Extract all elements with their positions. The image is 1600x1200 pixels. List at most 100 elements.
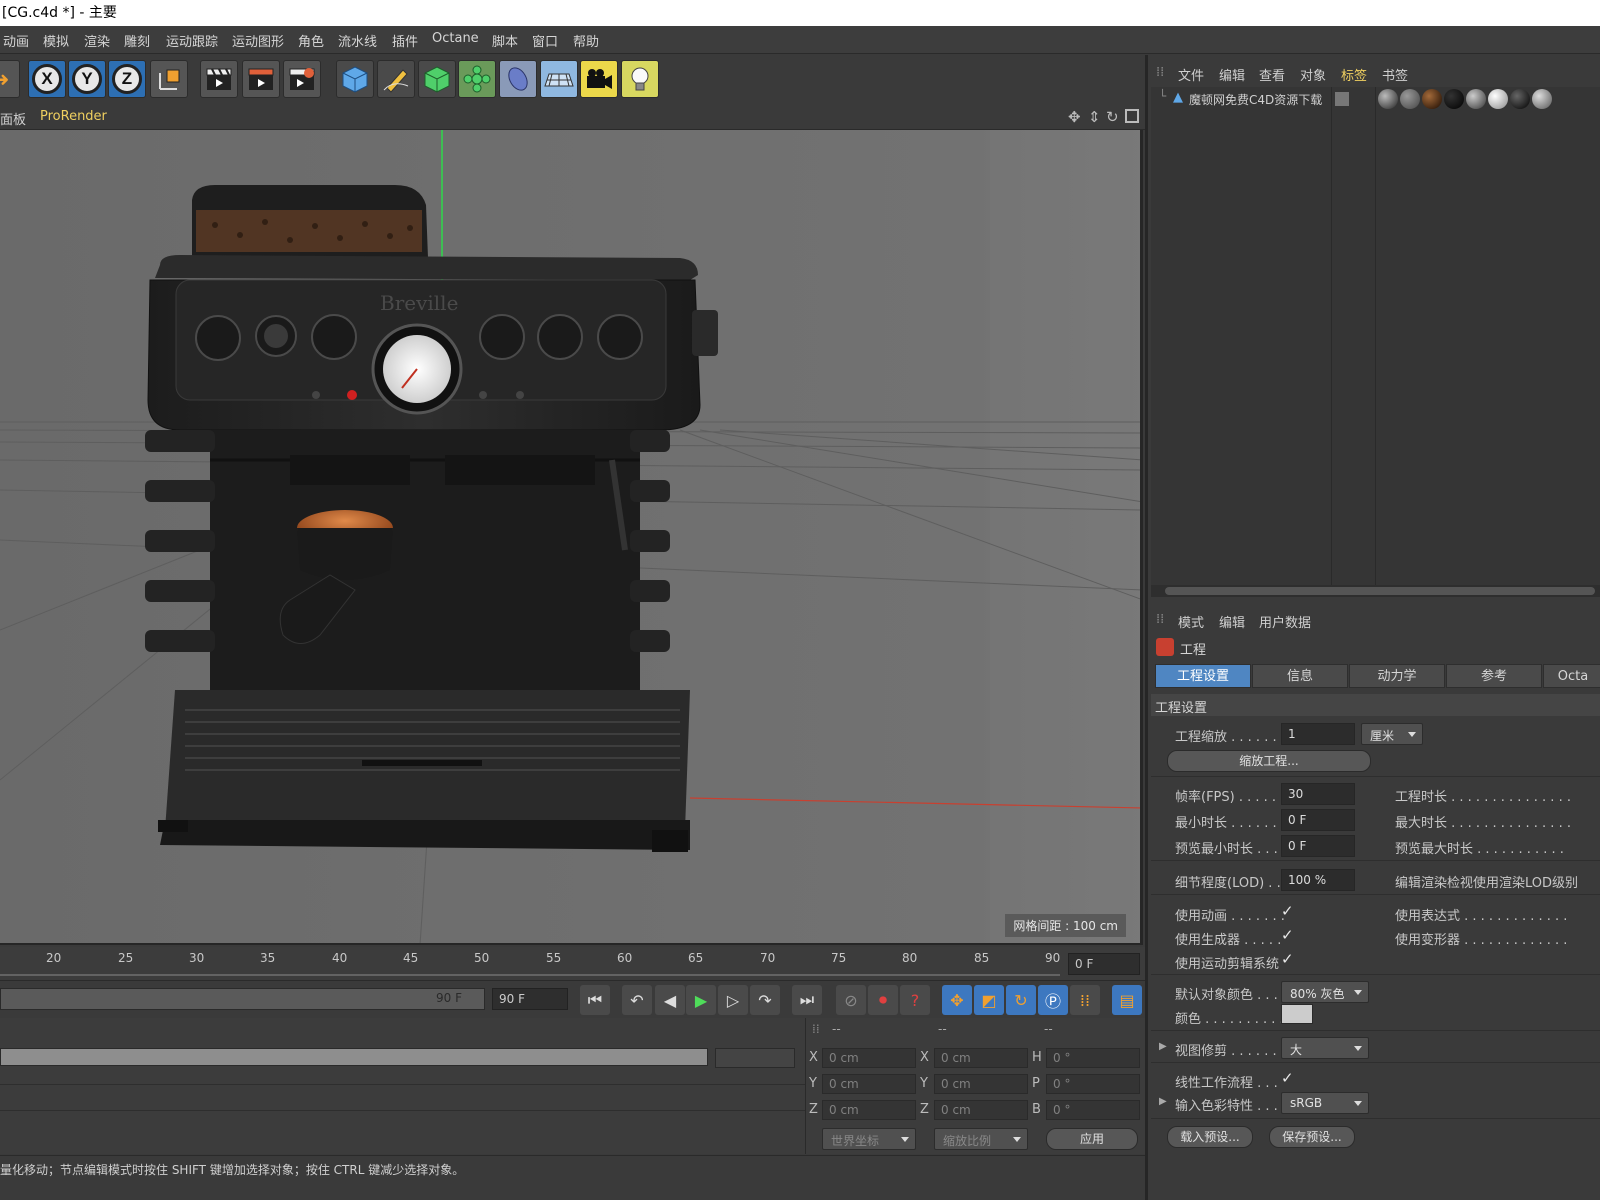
- material-tag-icon[interactable]: [1488, 89, 1508, 109]
- next-frame-icon[interactable]: ▷: [718, 985, 748, 1015]
- menu-script[interactable]: 脚本: [492, 31, 518, 50]
- keyframe-disabled-icon[interactable]: ⊘: [836, 985, 866, 1015]
- key-position-icon[interactable]: ✥: [942, 985, 972, 1015]
- menu-animate[interactable]: 动画: [3, 31, 29, 50]
- material-tag-icon[interactable]: [1532, 89, 1552, 109]
- om-menu-file[interactable]: 文件: [1178, 65, 1204, 84]
- floor-icon[interactable]: [540, 60, 578, 98]
- render-view-icon[interactable]: [200, 60, 238, 98]
- play-icon[interactable]: ▶: [686, 985, 716, 1015]
- rot-h-field[interactable]: 0 °: [1046, 1048, 1140, 1068]
- om-menu-objects[interactable]: 对象: [1300, 65, 1326, 84]
- tab-reference[interactable]: 参考: [1446, 664, 1542, 688]
- tab-project-settings[interactable]: 工程设置: [1155, 664, 1251, 688]
- linear-workflow-checkbox[interactable]: ✓: [1281, 1069, 1294, 1087]
- material-tag-icon[interactable]: [1400, 89, 1420, 109]
- arrow-icon[interactable]: ➜: [0, 60, 20, 98]
- subdivision-icon[interactable]: [418, 60, 456, 98]
- material-tag-icon[interactable]: [1466, 89, 1486, 109]
- use-generators-checkbox[interactable]: ✓: [1281, 926, 1294, 944]
- go-to-end-icon[interactable]: ⏭: [792, 985, 822, 1015]
- menu-sculpt[interactable]: 雕刻: [124, 31, 150, 50]
- coordinate-system-icon[interactable]: [150, 60, 188, 98]
- am-menu-mode[interactable]: 模式: [1178, 612, 1204, 631]
- light-icon[interactable]: [621, 60, 659, 98]
- load-preset-button[interactable]: 载入预设...: [1167, 1126, 1253, 1148]
- use-motion-system-checkbox[interactable]: ✓: [1281, 950, 1294, 968]
- size-z-field[interactable]: 0 cm: [934, 1100, 1028, 1120]
- om-menu-view[interactable]: 查看: [1259, 65, 1285, 84]
- rot-p-field[interactable]: 0 °: [1046, 1074, 1140, 1094]
- use-animation-checkbox[interactable]: ✓: [1281, 902, 1294, 920]
- 3d-viewport[interactable]: Breville 网格间距: 100 cm: [0, 130, 1143, 945]
- move-view-icon[interactable]: ✥: [1068, 108, 1081, 126]
- scale-mode-dropdown[interactable]: 缩放比例: [934, 1128, 1028, 1150]
- x-axis-icon[interactable]: X: [28, 60, 66, 98]
- timeline-window-icon[interactable]: ▤: [1112, 985, 1142, 1015]
- deformer-icon[interactable]: [499, 60, 537, 98]
- menu-plugins[interactable]: 插件: [392, 31, 418, 50]
- tab-info[interactable]: 信息: [1252, 664, 1348, 688]
- view-clipping-dropdown[interactable]: 大: [1281, 1037, 1369, 1059]
- current-frame-field[interactable]: 0 F: [1068, 953, 1140, 975]
- menu-octane[interactable]: Octane: [432, 31, 479, 46]
- key-pla-icon[interactable]: ⁞⁞: [1070, 985, 1100, 1015]
- menu-help[interactable]: 帮助: [573, 31, 599, 50]
- cube-icon[interactable]: [336, 60, 374, 98]
- material-tag-icon[interactable]: [1510, 89, 1530, 109]
- key-param-icon[interactable]: Ⓟ: [1038, 985, 1068, 1015]
- menu-simulate[interactable]: 模拟: [43, 31, 69, 50]
- key-rotation-icon[interactable]: ↻: [1006, 985, 1036, 1015]
- horizontal-scrollbar[interactable]: [1151, 585, 1600, 597]
- timeline-ruler[interactable]: 20 25 30 35 40 45 50 55 60 65 70 75 80 8…: [0, 947, 1145, 981]
- pos-x-field[interactable]: 0 cm: [822, 1048, 916, 1068]
- om-menu-edit[interactable]: 编辑: [1219, 65, 1245, 84]
- viewport-menu-panel[interactable]: 面板: [0, 109, 26, 128]
- material-dropdown[interactable]: [715, 1048, 795, 1068]
- project-scale-unit-dropdown[interactable]: 厘米: [1361, 723, 1423, 745]
- lod-field[interactable]: 100 %: [1281, 869, 1355, 891]
- material-tag-icon[interactable]: [1378, 89, 1398, 109]
- previous-key-icon[interactable]: ↶: [622, 985, 652, 1015]
- render-picture-viewer-icon[interactable]: [242, 60, 280, 98]
- apply-button[interactable]: 应用: [1046, 1128, 1138, 1150]
- min-time-field[interactable]: 0 F: [1281, 809, 1355, 831]
- key-scale-icon[interactable]: ◩: [974, 985, 1004, 1015]
- next-key-icon[interactable]: ↷: [750, 985, 780, 1015]
- size-y-field[interactable]: 0 cm: [934, 1074, 1028, 1094]
- object-row[interactable]: └ ▲ 魔顿网免费C4D资源下载: [1155, 89, 1595, 111]
- visibility-icon[interactable]: [1335, 92, 1349, 106]
- z-axis-icon[interactable]: Z: [108, 60, 146, 98]
- tab-dynamics[interactable]: 动力学: [1349, 664, 1445, 688]
- preview-range-slider[interactable]: 90 F: [0, 988, 485, 1010]
- pen-icon[interactable]: [377, 60, 415, 98]
- save-preset-button[interactable]: 保存预设...: [1269, 1126, 1355, 1148]
- record-icon[interactable]: ⏺: [868, 985, 898, 1015]
- am-menu-user-data[interactable]: 用户数据: [1259, 612, 1311, 631]
- cloner-icon[interactable]: [458, 60, 496, 98]
- previous-frame-icon[interactable]: ◀: [655, 985, 685, 1015]
- tab-octane[interactable]: Octa: [1543, 664, 1600, 688]
- object-list[interactable]: └ ▲ 魔顿网免费C4D资源下载: [1151, 87, 1600, 587]
- object-name[interactable]: 魔顿网免费C4D资源下载: [1189, 91, 1322, 108]
- om-menu-bookmarks[interactable]: 书签: [1382, 65, 1408, 84]
- size-x-field[interactable]: 0 cm: [934, 1048, 1028, 1068]
- material-scroll-bar[interactable]: [0, 1048, 708, 1066]
- pos-z-field[interactable]: 0 cm: [822, 1100, 916, 1120]
- viewport-menu-prorender[interactable]: ProRender: [40, 109, 107, 124]
- camera-icon[interactable]: [580, 60, 618, 98]
- project-scale-field[interactable]: 1: [1281, 723, 1355, 745]
- color-swatch[interactable]: [1281, 1004, 1313, 1024]
- zoom-view-icon[interactable]: ⇕: [1088, 108, 1101, 126]
- input-color-profile-dropdown[interactable]: sRGB: [1281, 1092, 1369, 1114]
- expand-arrow-icon[interactable]: ▶: [1159, 1041, 1167, 1052]
- menu-pipeline[interactable]: 流水线: [338, 31, 377, 50]
- rotate-view-icon[interactable]: ↻: [1106, 108, 1119, 126]
- default-color-dropdown[interactable]: 80% 灰色: [1281, 981, 1369, 1003]
- material-tag-icon[interactable]: [1422, 89, 1442, 109]
- preview-min-field[interactable]: 0 F: [1281, 835, 1355, 857]
- menu-render[interactable]: 渲染: [84, 31, 110, 50]
- go-to-start-icon[interactable]: ⏮: [580, 985, 610, 1015]
- expand-arrow-icon[interactable]: ▶: [1159, 1096, 1167, 1107]
- autokey-icon[interactable]: ?: [900, 985, 930, 1015]
